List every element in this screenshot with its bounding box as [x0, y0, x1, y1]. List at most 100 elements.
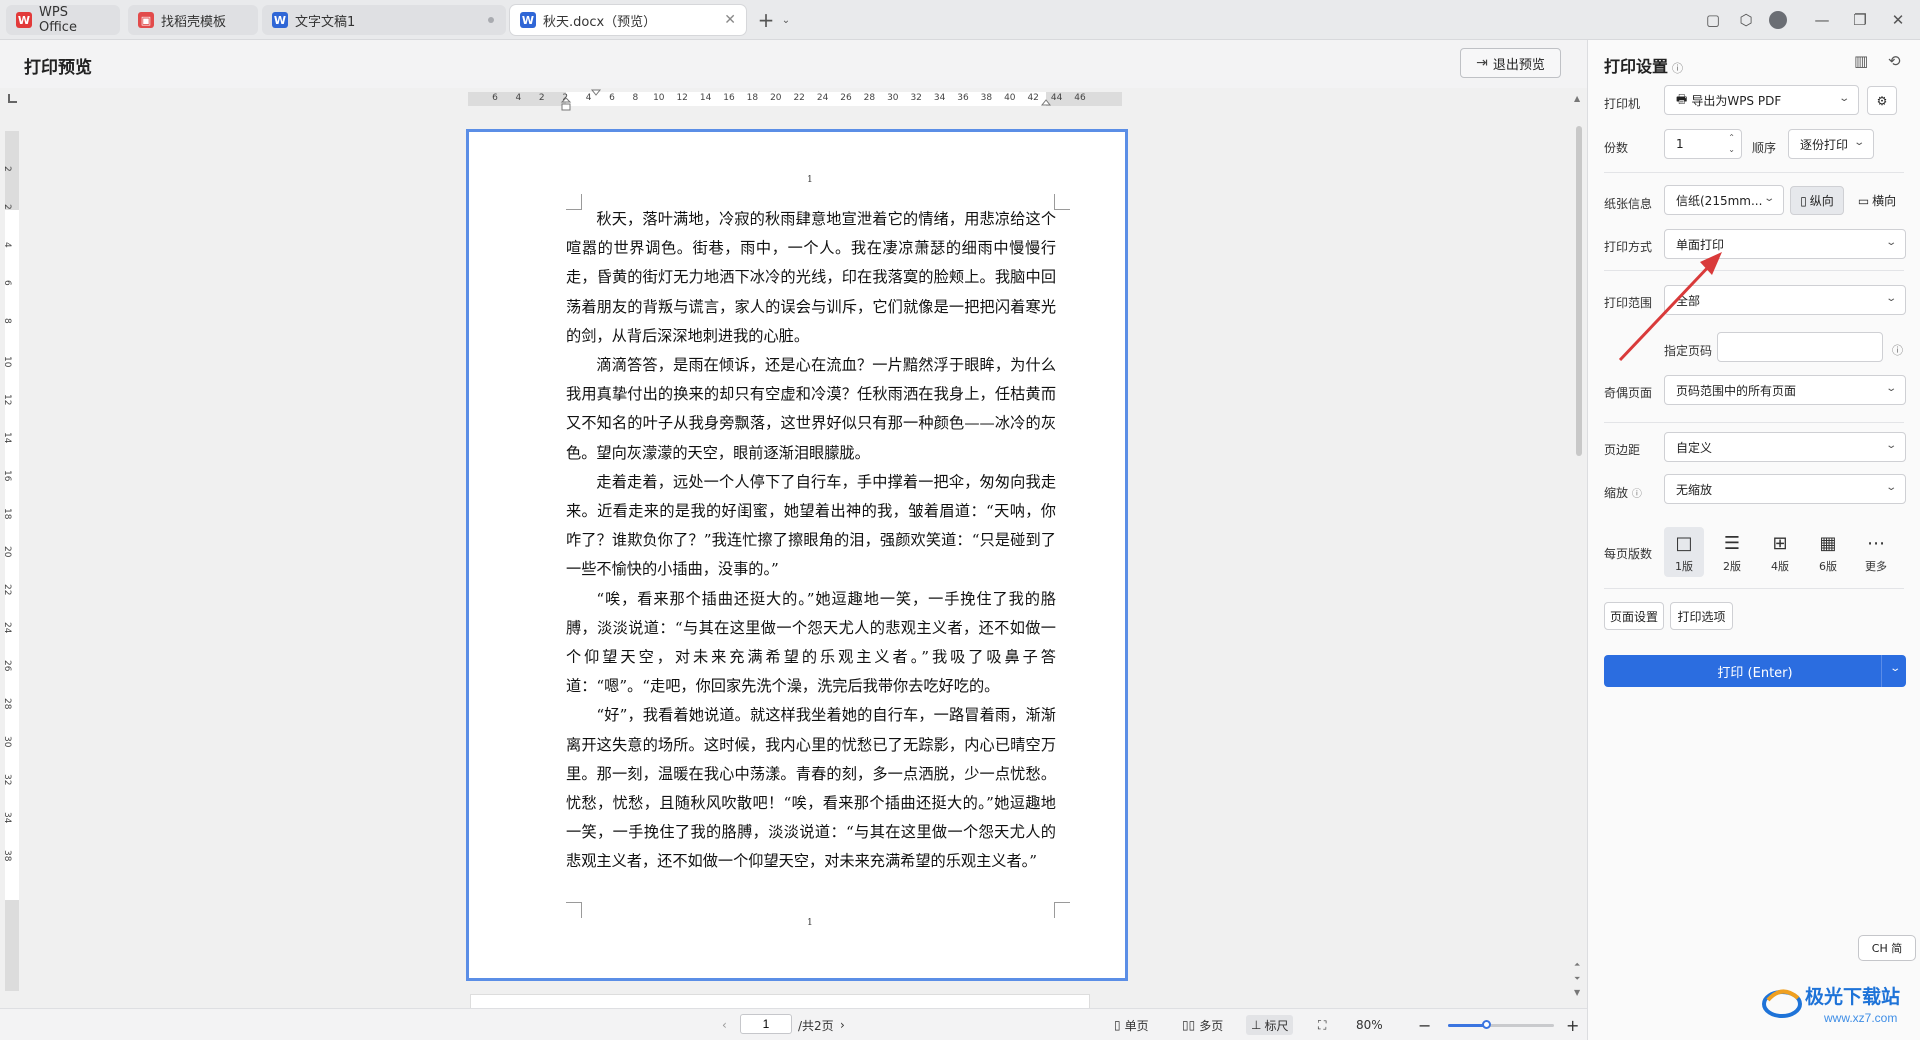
- scroll-page-up-icon[interactable]: ⏶: [1574, 960, 1580, 970]
- zoom-value[interactable]: 80%: [1356, 1015, 1383, 1035]
- ruler-number: 14: [699, 93, 712, 103]
- close-window-icon[interactable]: ✕: [1886, 8, 1910, 32]
- ruler-number: 6: [492, 93, 498, 103]
- tab-wps-office[interactable]: W WPS Office: [6, 5, 120, 35]
- zoom-in-icon[interactable]: +: [1566, 1015, 1579, 1035]
- scroll-page-down-icon[interactable]: ⏷: [1574, 974, 1580, 984]
- multi-page-button[interactable]: ▯▯ 多页: [1182, 1015, 1223, 1035]
- ruler-number: 22: [793, 93, 805, 103]
- print-mode-select[interactable]: 单面打印 ⌄: [1664, 229, 1906, 259]
- odd-even-select[interactable]: 页码范围中的所有页面 ⌄: [1664, 375, 1906, 405]
- minimize-icon[interactable]: —: [1810, 8, 1834, 32]
- ruler-toggle-button[interactable]: ⊥ 标尺: [1246, 1015, 1294, 1035]
- panel-title-text: 打印设置: [1604, 57, 1669, 76]
- tab-autumn-docx-preview[interactable]: W 秋天.docx（预览） ✕: [510, 5, 746, 35]
- scale-help-icon[interactable]: ⓘ: [1632, 489, 1642, 500]
- scrollbar-thumb[interactable]: [1576, 126, 1582, 456]
- watermark-text: 极光下载站: [1805, 987, 1901, 1008]
- zoom-out-icon[interactable]: −: [1418, 1015, 1431, 1035]
- chevron-down-icon: ⌄: [1884, 237, 1897, 248]
- paragraph: 走着走着，远处一个人停下了自行车，手中撑着一把伞，匆匆向我走来。近看走来的是我的…: [566, 472, 1056, 579]
- tab-dropdown-chevron-icon[interactable]: ⌄: [774, 8, 798, 32]
- ruler-number: 2: [2, 204, 12, 210]
- panel-pin-icon[interactable]: ⟲: [1888, 52, 1901, 70]
- printer-settings-gear-button[interactable]: ⚙: [1867, 86, 1897, 115]
- help-icon[interactable]: ⓘ: [1672, 62, 1683, 75]
- print-button[interactable]: 打印 (Enter) ⌄: [1604, 655, 1906, 687]
- tab-document-1[interactable]: W 文字文稿1: [262, 5, 506, 35]
- tab-label: 找稻壳模板: [161, 14, 227, 30]
- layout-4-per-page[interactable]: ⊞ 4版: [1760, 527, 1800, 577]
- page-numbers-input[interactable]: [1717, 332, 1883, 362]
- ruler-number: 26: [840, 93, 852, 103]
- ruler-number: 34: [933, 93, 946, 103]
- scale-select[interactable]: 无缩放 ⌄: [1664, 474, 1906, 504]
- page-setup-button[interactable]: 页面设置: [1604, 602, 1664, 630]
- landscape-button[interactable]: ▭ 横向: [1848, 186, 1906, 215]
- stepper-arrows-icon[interactable]: ⌃ ⌄: [1728, 132, 1735, 156]
- panel-title: 打印设置 ⓘ: [1604, 53, 1683, 77]
- panel-layout-icon[interactable]: ▥: [1854, 52, 1868, 70]
- layout-label: 4版: [1771, 560, 1789, 573]
- pages-per-sheet-label: 每页版数: [1604, 547, 1653, 561]
- zoom-slider-knob[interactable]: [1482, 1020, 1492, 1029]
- ruler-number: 24: [2, 622, 12, 634]
- layout-2-per-page[interactable]: ☰ 2版: [1712, 527, 1752, 577]
- single-page-button[interactable]: ▯ 单页: [1114, 1015, 1149, 1035]
- right-indent-marker-icon[interactable]: [1040, 97, 1052, 107]
- cube-icon[interactable]: ⬡: [1734, 8, 1758, 32]
- window-layout-icon[interactable]: ▢: [1701, 8, 1725, 32]
- ime-indicator[interactable]: CH 简: [1858, 935, 1916, 961]
- multi-page-label: 多页: [1199, 1018, 1224, 1033]
- next-page-icon[interactable]: ›: [840, 1015, 845, 1035]
- printer-select[interactable]: 🖶 导出为WPS PDF ⌄: [1664, 85, 1859, 115]
- ruler-corner-icon: [8, 94, 17, 103]
- page-numbers-help-icon[interactable]: ⓘ: [1892, 342, 1903, 358]
- ruler-number: 38: [2, 850, 12, 862]
- portrait-icon: ▯: [1800, 193, 1807, 208]
- copies-stepper[interactable]: 1 ⌃ ⌄: [1664, 129, 1742, 159]
- layout-label: 6版: [1819, 560, 1837, 573]
- fit-page-icon[interactable]: ⛶: [1318, 1015, 1326, 1035]
- margin-value: 自定义: [1676, 440, 1713, 455]
- close-tab-icon[interactable]: ✕: [724, 12, 736, 28]
- left-indent-marker-icon[interactable]: [560, 90, 572, 114]
- scroll-down-icon[interactable]: ▼: [1574, 988, 1580, 997]
- layout-more[interactable]: ⋯ 更多: [1856, 527, 1896, 577]
- landscape-label: 横向: [1872, 194, 1897, 208]
- order-select[interactable]: 逐份打印 ⌄: [1788, 129, 1874, 159]
- print-mode-value: 单面打印: [1676, 237, 1725, 252]
- layout-6-per-page[interactable]: ▦ 6版: [1808, 527, 1848, 577]
- margin-select[interactable]: 自定义 ⌄: [1664, 432, 1906, 462]
- ruler-number: 6: [2, 280, 12, 286]
- scroll-up-icon[interactable]: ▲: [1574, 94, 1580, 103]
- watermark-swirl-icon: [1762, 989, 1802, 1018]
- odd-even-label: 奇偶页面: [1604, 386, 1653, 400]
- printer-icon: 🖶: [1676, 91, 1688, 106]
- exit-preview-button[interactable]: ⇥ 退出预览: [1460, 48, 1561, 78]
- first-line-indent-marker-icon[interactable]: [590, 88, 602, 98]
- landscape-icon: ▭: [1857, 193, 1870, 208]
- copies-value: 1: [1676, 137, 1684, 151]
- chevron-down-icon: ⌄: [1884, 482, 1897, 493]
- vertical-scrollbar[interactable]: ▲ ⏶ ⏷ ▼: [1572, 88, 1586, 1008]
- printer-value: 导出为WPS PDF: [1691, 93, 1782, 108]
- restore-icon[interactable]: ❐: [1848, 8, 1872, 32]
- layout-1-per-page[interactable]: □ 1版: [1664, 527, 1704, 577]
- chevron-down-icon: ⌄: [1884, 293, 1897, 304]
- order-label: 顺序: [1752, 141, 1777, 155]
- print-dropdown-chevron-icon[interactable]: ⌄: [1889, 663, 1901, 674]
- print-options-button[interactable]: 打印选项: [1670, 602, 1733, 630]
- paper-select[interactable]: 信纸(215mm... ⌄: [1664, 185, 1784, 215]
- zoom-slider[interactable]: [1448, 1020, 1554, 1029]
- ruler-number: 6: [609, 93, 615, 103]
- order-value: 逐份打印: [1800, 137, 1849, 152]
- ruler-number: 12: [676, 93, 688, 103]
- avatar[interactable]: [1766, 8, 1790, 32]
- page-number-input[interactable]: [740, 1014, 792, 1034]
- layout-4-icon: ⊞: [1772, 532, 1788, 554]
- portrait-button[interactable]: ▯ 纵向: [1790, 186, 1844, 215]
- prev-page-icon[interactable]: ‹: [722, 1015, 727, 1035]
- print-range-select[interactable]: 全部 ⌄: [1664, 285, 1906, 315]
- tab-docer-templates[interactable]: ▣ 找稻壳模板: [128, 5, 258, 35]
